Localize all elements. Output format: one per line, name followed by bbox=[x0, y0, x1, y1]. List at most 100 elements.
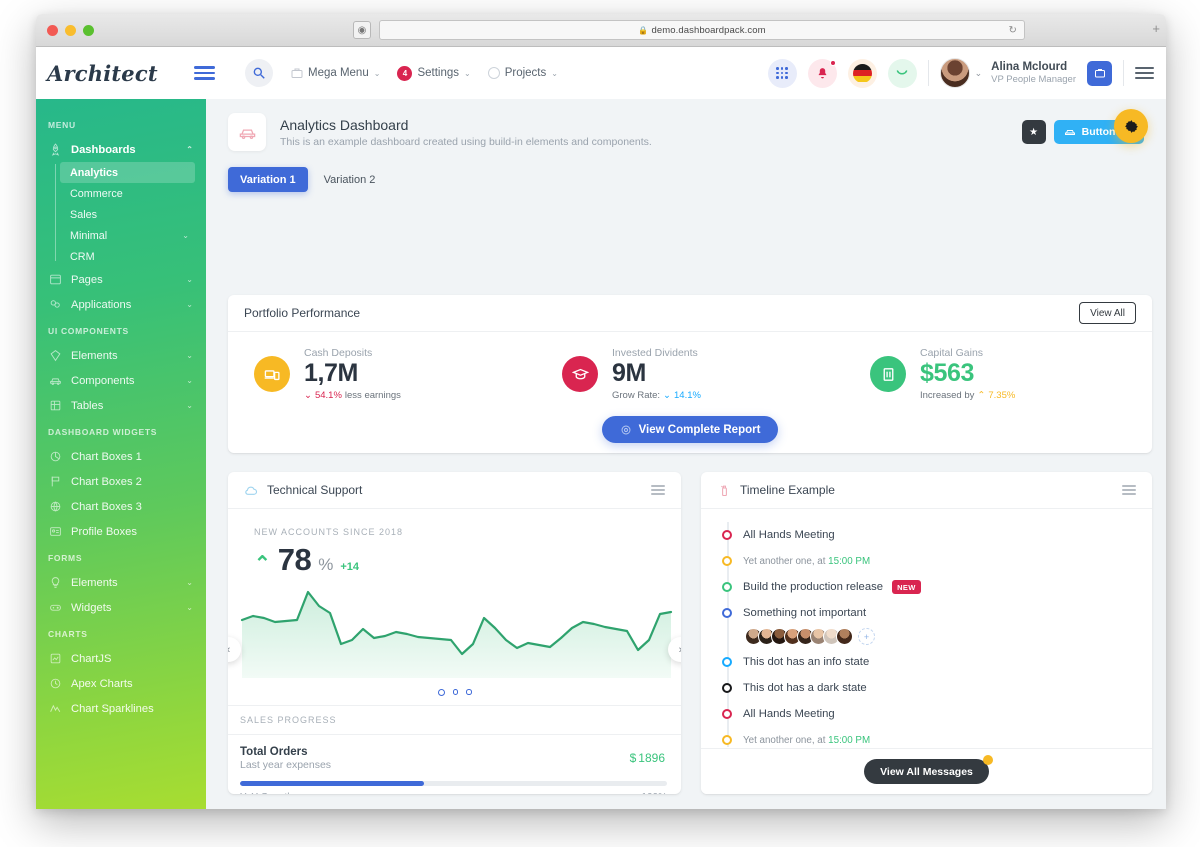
minimize-window-button[interactable] bbox=[65, 24, 76, 36]
sidebar-item-profile-boxes[interactable]: Profile Boxes bbox=[36, 519, 206, 544]
bell-icon[interactable] bbox=[807, 58, 837, 88]
sidebar-item-tables[interactable]: Tables ⌄ bbox=[36, 393, 206, 418]
new-accounts-area-chart bbox=[228, 582, 681, 678]
timeline-card-header: Timeline Example bbox=[701, 472, 1152, 509]
view-all-button[interactable]: View All bbox=[1079, 302, 1136, 324]
chevron-down-icon: ⌄ bbox=[373, 68, 381, 78]
nav-item-projects[interactable]: Projects ⌄ bbox=[487, 67, 558, 79]
avatar[interactable] bbox=[836, 628, 853, 645]
timeline-item[interactable]: Something not important bbox=[721, 600, 1152, 626]
add-avatar-button[interactable]: + bbox=[858, 628, 875, 645]
timeline-card: Timeline Example All Hands Meeting Yet a… bbox=[701, 472, 1152, 794]
user-role: VP People Manager bbox=[991, 74, 1076, 86]
sidebar-item-chartjs[interactable]: ChartJS bbox=[36, 646, 206, 671]
nav-item-settings[interactable]: 4 Settings ⌄ bbox=[397, 65, 471, 81]
new-tab-button[interactable]: + bbox=[1152, 22, 1160, 35]
sidebar-item-applications[interactable]: Applications ⌄ bbox=[36, 292, 206, 317]
browser-shield-icon[interactable]: ◉ bbox=[353, 21, 371, 39]
user-menu[interactable]: ⌄ Alina Mclourd VP People Manager bbox=[939, 58, 1076, 88]
search-icon[interactable] bbox=[245, 59, 273, 87]
maximize-window-button[interactable] bbox=[83, 24, 94, 36]
graduation-cap-icon bbox=[562, 356, 598, 392]
id-card-icon bbox=[48, 525, 62, 539]
view-complete-report-button[interactable]: View Complete Report bbox=[601, 416, 779, 443]
sidebar-item-sales[interactable]: Sales bbox=[60, 204, 195, 225]
page-header: Analytics Dashboard This is an example d… bbox=[206, 99, 1166, 151]
stat-label: Cash Deposits bbox=[304, 347, 373, 360]
yoy-progress-bar[interactable] bbox=[240, 781, 667, 786]
sidebar-item-minimal[interactable]: Minimal ⌄ bbox=[60, 225, 195, 246]
sidebar-label-sales: Sales bbox=[70, 208, 98, 221]
carousel-dot-2[interactable] bbox=[452, 689, 458, 695]
sidebar-item-dashboards[interactable]: Dashboards ⌃ bbox=[36, 137, 206, 162]
sidebar-heading-forms: FORMS bbox=[48, 553, 83, 563]
timeline-item[interactable]: This dot has a dark state bbox=[721, 675, 1152, 701]
address-bar[interactable]: 🔒 demo.dashboardpack.com ↻ bbox=[379, 20, 1025, 40]
stat-note-suffix: less earnings bbox=[344, 389, 401, 401]
sidebar-label-analytics: Analytics bbox=[70, 166, 119, 179]
sidebar-item-commerce[interactable]: Commerce bbox=[60, 183, 195, 204]
view-all-messages-button[interactable]: View All Messages bbox=[864, 755, 993, 784]
sidebar-item-crm[interactable]: CRM bbox=[60, 246, 195, 267]
timeline-item-text: All Hands Meeting bbox=[743, 529, 835, 541]
reload-icon[interactable]: ↻ bbox=[1009, 25, 1017, 36]
stat-delta: 54.1% bbox=[314, 389, 342, 401]
sidebar-item-chart-boxes-2[interactable]: Chart Boxes 2 bbox=[36, 469, 206, 494]
divider bbox=[1123, 60, 1124, 86]
carousel-dots bbox=[228, 678, 681, 705]
settings-fab-button[interactable] bbox=[1114, 109, 1148, 143]
tab-variation-1[interactable]: Variation 1 bbox=[228, 167, 308, 192]
chevron-up-icon: ⌃ bbox=[254, 553, 271, 575]
hamburger-icon[interactable] bbox=[1122, 484, 1136, 496]
nav-item-mega-menu[interactable]: Mega Menu ⌄ bbox=[291, 67, 380, 79]
sidebar-item-pages[interactable]: Pages ⌄ bbox=[36, 267, 206, 292]
sidebar-item-chart-boxes-1[interactable]: Chart Boxes 1 bbox=[36, 444, 206, 469]
timeline-item[interactable]: This dot has an info state bbox=[721, 649, 1152, 675]
timeline-dot-info bbox=[722, 657, 732, 667]
timeline-item[interactable]: All Hands Meeting bbox=[721, 522, 1152, 548]
tech-card-header: Technical Support bbox=[228, 472, 681, 509]
nav-label-projects: Projects bbox=[504, 67, 547, 79]
target-icon bbox=[621, 425, 631, 434]
yoy-right-label: 100% bbox=[641, 792, 667, 794]
close-window-button[interactable] bbox=[47, 24, 58, 36]
timeline-dot-red bbox=[722, 530, 732, 540]
view-all-messages-label: View All Messages bbox=[880, 765, 973, 778]
stat-value: 1,7M bbox=[304, 359, 358, 388]
sidebar-label-minimal: Minimal bbox=[70, 229, 108, 242]
globe-icon bbox=[48, 500, 62, 514]
sidebar-item-apex-charts[interactable]: Apex Charts bbox=[36, 671, 206, 696]
tech-card-body: NEW ACCOUNTS SINCE 2018 ⌃ 78 % +14 bbox=[228, 509, 681, 705]
sidebar-toggle-button[interactable] bbox=[194, 66, 215, 80]
timeline-item[interactable]: Yet another one, at 15:00 PM bbox=[721, 727, 1152, 747]
flag-germany-icon[interactable] bbox=[847, 58, 877, 88]
smile-icon[interactable] bbox=[887, 58, 917, 88]
sidebar-item-ui-elements[interactable]: Elements ⌄ bbox=[36, 343, 206, 368]
window-controls[interactable] bbox=[36, 24, 94, 36]
sidebar-item-analytics[interactable]: Analytics bbox=[60, 162, 195, 183]
timeline-item[interactable]: Build the production release NEW bbox=[721, 574, 1152, 600]
favorite-button[interactable]: ★ bbox=[1021, 120, 1046, 144]
status-badge: NEW bbox=[892, 580, 921, 594]
timeline-list: All Hands Meeting Yet another one, at 15… bbox=[701, 509, 1152, 747]
sidebar-item-widgets[interactable]: Widgets ⌄ bbox=[36, 595, 206, 620]
carousel-dot-1[interactable] bbox=[437, 689, 445, 696]
tab-variation-2[interactable]: Variation 2 bbox=[312, 167, 388, 192]
carousel-dot-3[interactable] bbox=[466, 689, 472, 695]
grid-icon[interactable] bbox=[767, 58, 797, 88]
sidebar-item-components[interactable]: Components ⌄ bbox=[36, 368, 206, 393]
report-button-label: View Complete Report bbox=[638, 423, 761, 436]
page-subtitle: This is an example dashboard created usi… bbox=[280, 135, 652, 148]
sidebar-heading-dashboard-widgets: DASHBOARD WIDGETS bbox=[48, 427, 158, 437]
timeline-item[interactable]: Yet another one, at 15:00 PM bbox=[721, 548, 1152, 574]
briefcase-icon[interactable] bbox=[1087, 60, 1112, 86]
sidebar-item-forms-elements[interactable]: Elements ⌄ bbox=[36, 570, 206, 595]
sidebar-item-chart-sparklines[interactable]: Chart Sparklines bbox=[36, 696, 206, 721]
hamburger-icon[interactable] bbox=[651, 484, 665, 496]
timeline-item[interactable]: All Hands Meeting bbox=[721, 701, 1152, 727]
stat-note-prefix: Increased by bbox=[920, 389, 975, 401]
sidebar-heading-ui-components: UI COMPONENTS bbox=[48, 326, 129, 336]
app-menu-button[interactable] bbox=[1135, 66, 1154, 80]
sidebar-item-chart-boxes-3[interactable]: Chart Boxes 3 bbox=[36, 494, 206, 519]
stat-capital-gains: Capital Gains $563 Increased by ⌃ 7.35% bbox=[844, 332, 1152, 416]
